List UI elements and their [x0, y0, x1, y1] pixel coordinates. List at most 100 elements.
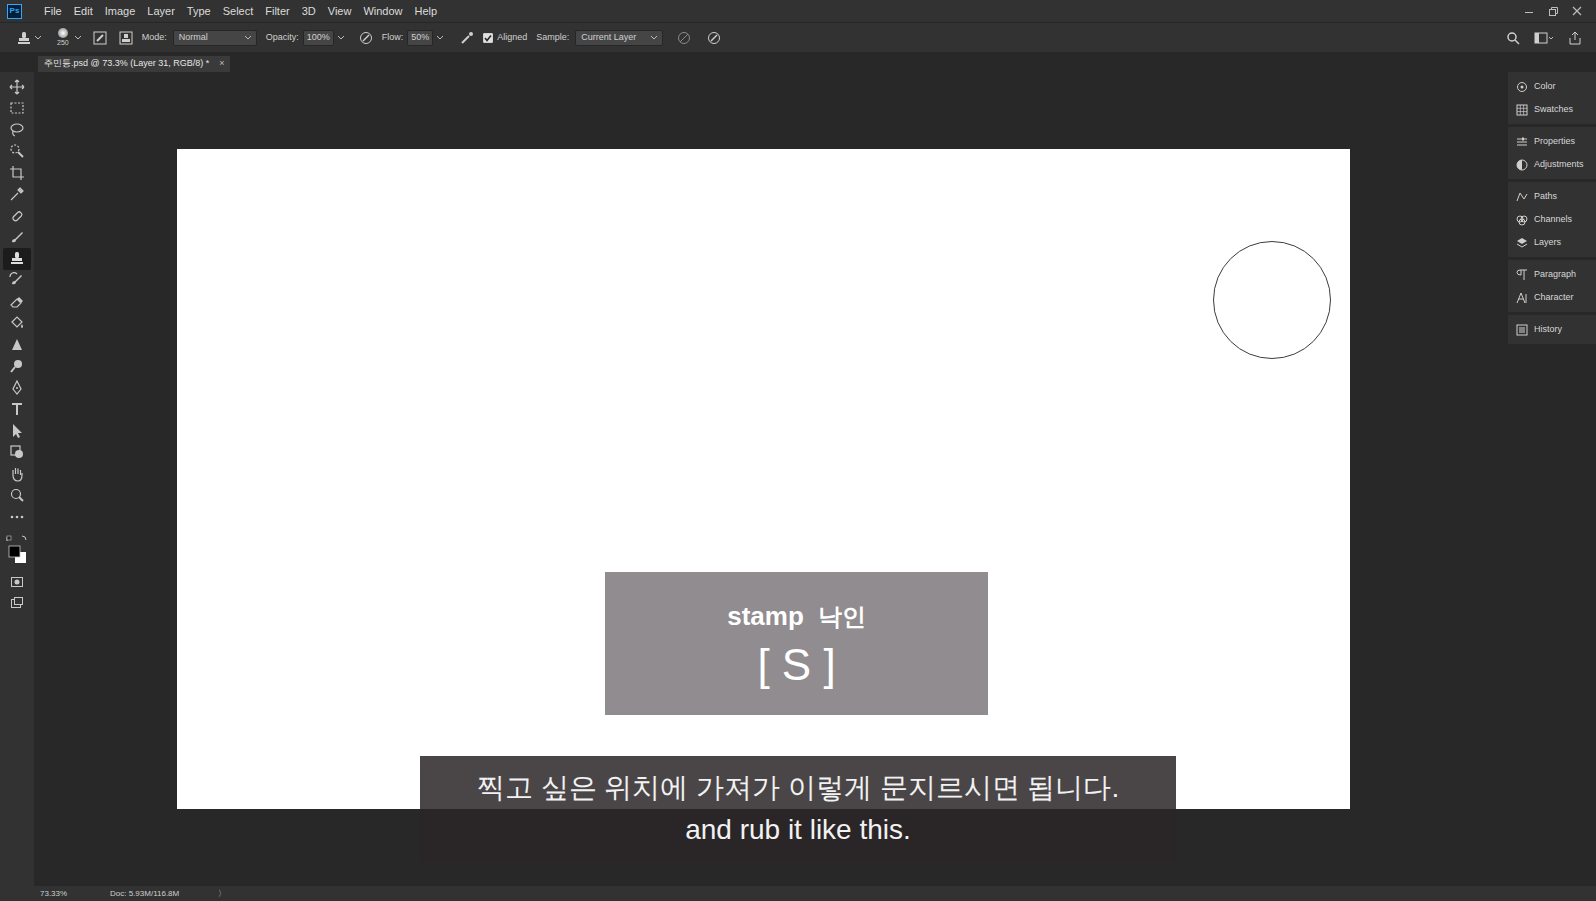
canvas-area[interactable]: stamp 낙인 [ S ] 찍고 싶은 위치에 가져가 이렇게 문지르시면 됩… — [34, 72, 1492, 886]
menu-item[interactable]: Filter — [265, 3, 289, 20]
mode-dropdown[interactable]: Normal — [173, 30, 257, 46]
quick-mask-button[interactable] — [3, 572, 31, 593]
tool-button[interactable] — [3, 463, 31, 485]
clone-stamp-icon[interactable] — [17, 31, 31, 45]
panel-tab[interactable]: Properties — [1508, 130, 1596, 153]
eyedropper-icon — [9, 186, 25, 202]
tool-button[interactable] — [3, 248, 31, 270]
panel-tab[interactable]: Character — [1508, 286, 1596, 309]
menu-item[interactable]: Select — [223, 3, 254, 20]
brush-icon — [9, 229, 25, 245]
tool-button[interactable] — [3, 270, 31, 292]
panel-tab[interactable]: History — [1508, 318, 1596, 341]
tool-button[interactable] — [3, 399, 31, 421]
panel-tab[interactable]: Color — [1508, 75, 1596, 98]
share-icon[interactable] — [1568, 31, 1582, 45]
brush-size: 250 — [57, 38, 69, 47]
tab-close-button[interactable]: × — [219, 57, 224, 71]
brush-panel-icon[interactable] — [93, 31, 107, 45]
healing-brush-icon — [9, 208, 25, 224]
search-icon[interactable] — [1506, 31, 1520, 45]
panel-tab[interactable]: Adjustments — [1508, 153, 1596, 176]
close-window-icon[interactable] — [1572, 6, 1582, 16]
tool-button[interactable] — [3, 356, 31, 378]
tool-button[interactable] — [3, 313, 31, 335]
crop-icon — [9, 165, 25, 181]
status-menu-arrow[interactable]: 〉 — [218, 888, 226, 900]
tool-button[interactable] — [3, 377, 31, 399]
tool-button[interactable] — [3, 119, 31, 141]
menu-item[interactable]: Edit — [74, 3, 93, 20]
menu-item[interactable]: View — [328, 3, 352, 20]
menu-item[interactable]: Window — [363, 3, 402, 20]
tool-button[interactable] — [3, 442, 31, 464]
menu-item[interactable]: 3D — [302, 3, 316, 20]
tool-button[interactable] — [3, 184, 31, 206]
flow-value: 50% — [411, 31, 429, 45]
aligned-option[interactable]: Aligned — [483, 31, 527, 45]
blur-icon — [9, 337, 25, 353]
sample-dropdown[interactable]: Current Layer — [575, 30, 663, 46]
brush-arrow-icon[interactable] — [75, 35, 81, 41]
airbrush-icon[interactable] — [460, 31, 474, 45]
document-title: 주민등.psd @ 73.3% (Layer 31, RGB/8) * — [44, 57, 209, 71]
panel-tab[interactable]: Layers — [1508, 231, 1596, 254]
foreground-background-colors-icon[interactable] — [5, 534, 29, 564]
options-bar: 250 Mode: Normal Opacity: 100% Flow: 50%… — [0, 22, 1596, 52]
workspace-icon[interactable] — [1534, 31, 1554, 45]
tool-button[interactable] — [3, 205, 31, 227]
tool-button[interactable] — [3, 141, 31, 163]
tool-button[interactable] — [3, 334, 31, 356]
brush-cursor-icon — [1213, 241, 1331, 359]
document-tab[interactable]: 주민등.psd @ 73.3% (Layer 31, RGB/8) * × — [38, 56, 230, 72]
menu-item[interactable]: Image — [105, 3, 136, 20]
tool-button[interactable] — [3, 506, 31, 528]
restore-icon[interactable] — [1548, 6, 1558, 16]
shortcut-caption: stamp 낙인 [ S ] — [605, 572, 988, 715]
clone-source-icon[interactable] — [119, 31, 133, 45]
tool-button[interactable] — [3, 420, 31, 442]
tool-button[interactable] — [3, 485, 31, 507]
zoom-level[interactable]: 73.33% — [40, 888, 110, 900]
ignore-adjustment-icon[interactable] — [677, 31, 691, 45]
pressure-size-icon[interactable] — [707, 31, 721, 45]
photoshop-window: Ps File Edit Image Layer Type Select Filter 3D V… — [0, 0, 1596, 901]
panel-tab[interactable]: Paragraph — [1508, 263, 1596, 286]
panel-tab[interactable]: Paths — [1508, 185, 1596, 208]
tool-button[interactable] — [3, 291, 31, 313]
menu-item[interactable]: File — [44, 3, 62, 20]
caption-key: [ S ] — [757, 640, 835, 690]
tool-button[interactable] — [3, 76, 31, 98]
opacity-value: 100% — [307, 31, 330, 45]
color-swatches[interactable] — [5, 534, 29, 564]
opacity-field[interactable]: 100% — [303, 30, 334, 46]
tool-button[interactable] — [3, 98, 31, 120]
aligned-checkbox[interactable] — [483, 33, 493, 43]
tool-button[interactable] — [3, 227, 31, 249]
panel-label: Paragraph — [1534, 268, 1576, 282]
screen-mode-button[interactable] — [3, 593, 31, 614]
menu-item[interactable]: Layer — [147, 3, 175, 20]
panel-label: Swatches — [1534, 103, 1573, 117]
mode-value: Normal — [179, 31, 208, 45]
opacity-arrow-icon[interactable] — [338, 35, 344, 41]
menu-item[interactable]: Type — [187, 3, 211, 20]
photoshop-logo[interactable]: Ps — [7, 4, 22, 19]
brush-preset[interactable]: 250 — [57, 28, 69, 47]
menu-item[interactable]: Help — [415, 3, 438, 20]
panel-label: Color — [1534, 80, 1556, 94]
pressure-opacity-icon[interactable] — [359, 31, 373, 45]
hand-icon — [9, 466, 25, 482]
flow-arrow-icon[interactable] — [437, 35, 443, 41]
flow-field[interactable]: 50% — [407, 30, 433, 46]
minimize-icon[interactable] — [1524, 6, 1534, 16]
tool-button[interactable] — [3, 162, 31, 184]
panel-label: Layers — [1534, 236, 1561, 250]
panel-tab[interactable]: Swatches — [1508, 98, 1596, 121]
paths-icon — [1516, 191, 1528, 203]
panel-tab[interactable]: Channels — [1508, 208, 1596, 231]
panel-dock: ColorSwatchesPropertiesAdjustmentsPathsC… — [1508, 72, 1596, 886]
marquee-icon — [9, 100, 25, 116]
panel-label: Properties — [1534, 135, 1575, 149]
tool-preset-arrow-icon[interactable] — [35, 35, 41, 41]
